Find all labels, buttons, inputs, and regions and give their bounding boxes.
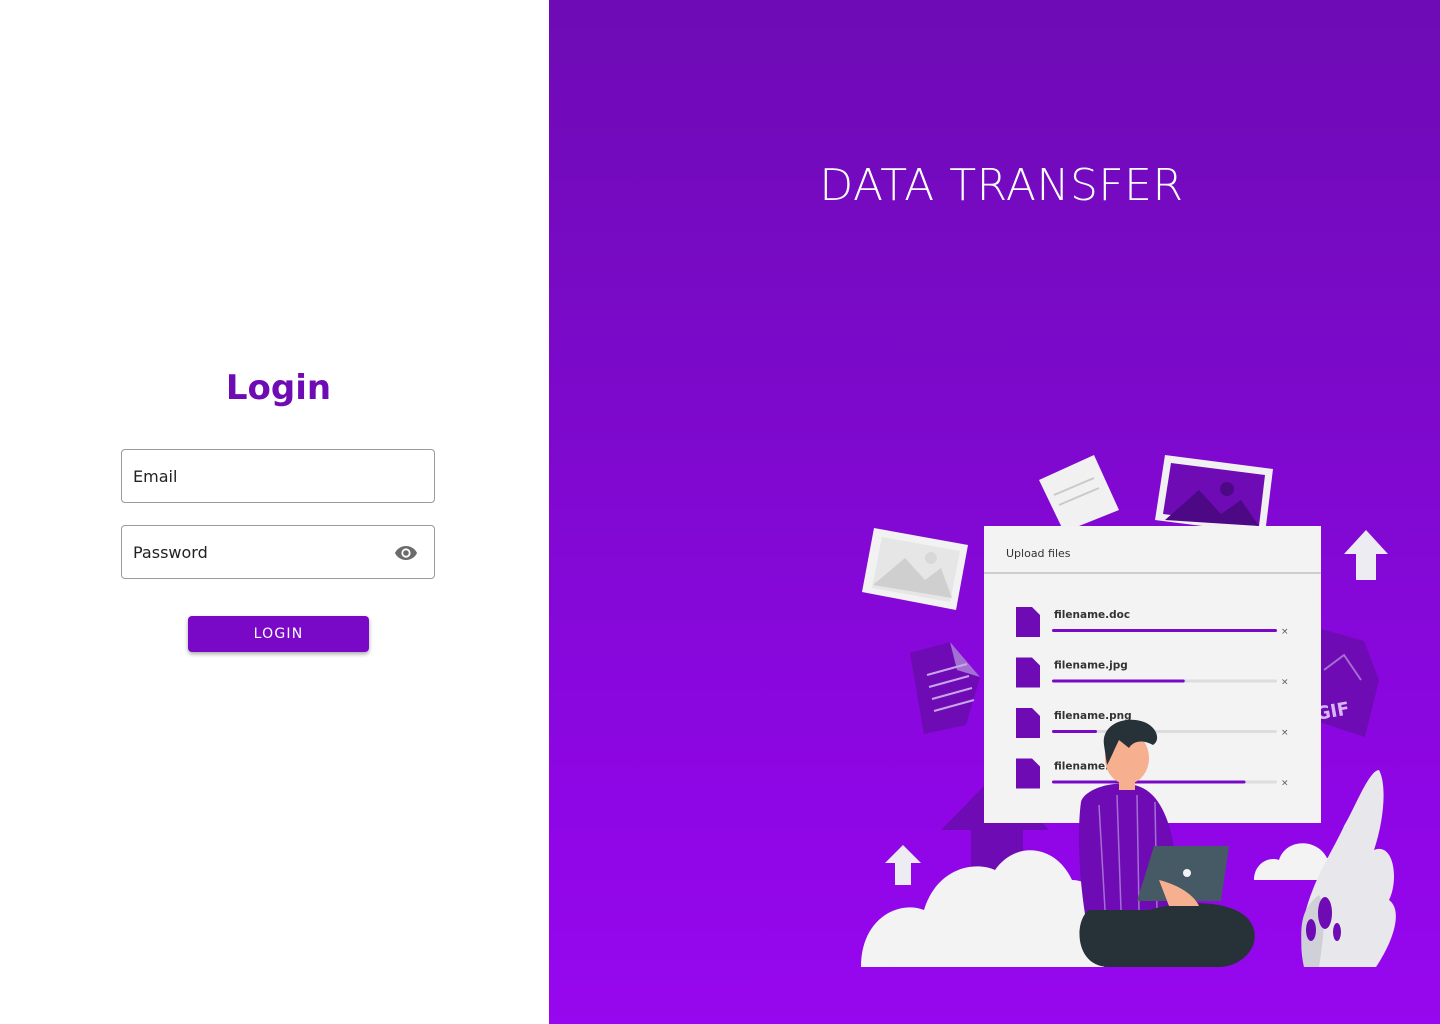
upload-arrow-icon — [1344, 530, 1388, 580]
file-icon — [1016, 657, 1040, 688]
progress-fill — [1052, 629, 1277, 632]
file-name-label: filename.jpg — [1054, 660, 1128, 672]
email-input[interactable] — [122, 450, 434, 502]
file-upload-illustration: GIF Upload files filename.doc×filename.j… — [861, 455, 1396, 967]
login-button[interactable]: LOGIN — [188, 616, 369, 652]
upload-panel-title: Upload files — [1006, 547, 1071, 560]
brand-title: DATA TRANSFER — [819, 160, 1184, 211]
login-panel: Login LOGIN — [0, 0, 549, 1024]
upload-window: Upload files filename.doc × filename.jpg × f… — [984, 526, 1321, 823]
remove-file-icon: × — [1281, 728, 1289, 738]
progress-fill — [1052, 679, 1185, 683]
progress-fill — [1052, 780, 1246, 784]
purple-document-icon — [910, 642, 980, 734]
file-icon — [1016, 708, 1040, 738]
password-field[interactable] — [121, 525, 435, 579]
file-icon — [1016, 607, 1040, 637]
image-card-icon — [1155, 455, 1273, 534]
photo-card-icon — [862, 528, 968, 610]
remove-file-icon: × — [1281, 779, 1289, 789]
login-title: Login — [225, 368, 332, 408]
email-field[interactable] — [121, 449, 435, 503]
remove-file-icon: × — [1281, 678, 1289, 688]
file-icon — [1016, 758, 1040, 789]
eye-icon[interactable] — [394, 543, 418, 563]
progress-fill — [1052, 730, 1097, 733]
hero-panel: DATA TRANSFER GIF Upload files filename.… — [549, 0, 1440, 1024]
remove-file-icon: × — [1281, 627, 1289, 637]
document-card-icon — [1039, 455, 1119, 532]
file-name-label: filename.doc — [1054, 609, 1130, 621]
upload-arrow-icon-small — [885, 845, 921, 885]
password-input[interactable] — [122, 526, 434, 578]
file-name-label: filename.png — [1054, 710, 1132, 722]
